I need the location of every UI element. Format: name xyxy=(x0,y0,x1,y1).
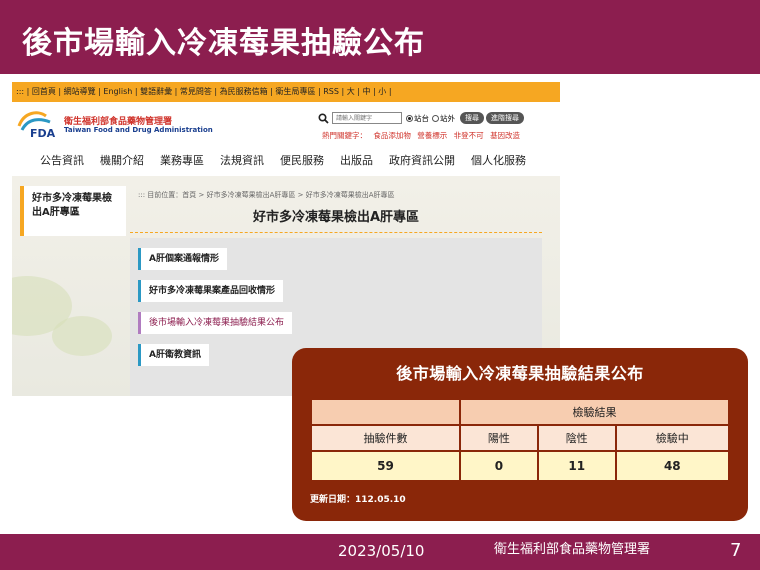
divider xyxy=(130,232,542,233)
hot-keywords-label: 熱門關鍵字： xyxy=(322,131,367,140)
table-row: 59 0 11 48 xyxy=(309,450,731,482)
result-title: 後市場輸入冷凍莓果抽驗結果公布 xyxy=(396,364,644,383)
radio-site-dot[interactable] xyxy=(406,114,413,122)
nav-item-announcements[interactable]: 公告資訊 xyxy=(40,146,84,178)
value-testing: 48 xyxy=(614,450,731,482)
value-positive: 0 xyxy=(459,450,539,482)
value-sampled: 59 xyxy=(309,450,462,482)
group-header: 檢驗結果 xyxy=(459,398,730,426)
footer-org: 衛生福利部食品藥物管理署 xyxy=(494,542,651,557)
radio-out-label: 站外 xyxy=(440,113,455,123)
nav-item-regulations[interactable]: 法規資訊 xyxy=(220,146,264,178)
nav-item-open-info[interactable]: 政府資訊公開 xyxy=(389,146,455,178)
table-row: 抽驗件數 陽性 陰性 檢驗中 xyxy=(309,424,731,452)
footer-date: 2023/05/10 xyxy=(338,542,425,560)
page-number: 7 xyxy=(730,540,742,561)
hot-keyword-link[interactable]: 基因改造 xyxy=(490,131,520,140)
result-callout: 後市場輸入冷凍莓果抽驗結果公布 檢驗結果 抽驗件數 陽性 陰性 檢驗中 59 0… xyxy=(292,348,748,521)
hot-keywords: 熱門關鍵字： 食品添加物 營養標示 非登不可 基因改造 xyxy=(322,130,524,141)
slide-header: 後市場輸入冷凍莓果抽驗公布 xyxy=(0,0,760,74)
breadcrumb: ::: 目前位置：首頁 > 好市多冷凍莓果檢出A肝專區 > 好市多冷凍莓果檢出A… xyxy=(138,191,395,199)
header-positive: 陽性 xyxy=(459,424,539,452)
content-title: 好市多冷凍莓果檢出A肝專區 xyxy=(252,210,420,225)
radio-out[interactable]: 站外 xyxy=(432,113,455,124)
nav-item-publications[interactable]: 出版品 xyxy=(340,146,373,178)
logo-org-name-en: Taiwan Food and Drug Administration xyxy=(64,126,213,134)
search-button[interactable]: 搜尋 xyxy=(460,112,484,124)
value-negative: 11 xyxy=(536,450,617,482)
header-testing: 檢驗中 xyxy=(614,424,731,452)
header-row: FDA 衛生福利部食品藥物管理署 Taiwan Food and Drug Ad… xyxy=(12,102,560,146)
table-row: 檢驗結果 xyxy=(309,398,730,426)
radio-site-label: 站台 xyxy=(414,113,429,123)
search-input[interactable] xyxy=(332,112,402,124)
slide-title: 後市場輸入冷凍莓果抽驗公布 xyxy=(22,26,425,61)
decorative-leaf xyxy=(52,316,112,356)
list-item-health-education[interactable]: A肝衛教資訊 xyxy=(138,344,209,366)
main-nav: 公告資訊 機關介紹 業務專區 法規資訊 便民服務 出版品 政府資訊公開 個人化服… xyxy=(12,146,560,178)
header-sampled: 抽驗件數 xyxy=(309,424,462,452)
nav-item-services[interactable]: 便民服務 xyxy=(280,146,324,178)
list-item-recall[interactable]: 好市多冷凍莓果案產品回收情形 xyxy=(138,280,284,302)
slide-footer: 2023/05/10 衛生福利部食品藥物管理署 7 xyxy=(0,534,760,570)
logo-mark-text: FDA xyxy=(30,127,56,138)
table-cell-blank xyxy=(309,398,462,426)
list-item-case-report[interactable]: A肝個案通報情形 xyxy=(138,248,227,270)
hot-keyword-link[interactable]: 營養標示 xyxy=(417,131,447,140)
side-menu-title[interactable]: 好市多冷凍莓果檢出A肝專區 xyxy=(20,186,126,236)
list-item-inspection-results[interactable]: 後市場輸入冷凍莓果抽驗結果公布 xyxy=(138,312,293,334)
radio-out-dot[interactable] xyxy=(432,114,439,122)
nav-item-personal[interactable]: 個人化服務 xyxy=(471,146,526,178)
update-date: 更新日期：112.05.10 xyxy=(310,495,406,505)
radio-site[interactable]: 站台 xyxy=(406,113,429,124)
result-table: 檢驗結果 抽驗件數 陽性 陰性 檢驗中 59 0 11 48 xyxy=(309,398,731,482)
hot-keyword-link[interactable]: 食品添加物 xyxy=(373,131,411,140)
nav-item-business[interactable]: 業務專區 xyxy=(160,146,204,178)
search-area: 站台 站外 搜尋 進階搜尋 xyxy=(318,110,524,126)
search-icon xyxy=(318,112,329,124)
header-negative: 陰性 xyxy=(536,424,617,452)
fda-logo-icon[interactable]: FDA xyxy=(16,110,60,138)
hot-keyword-link[interactable]: 非登不可 xyxy=(454,131,484,140)
advanced-search-button[interactable]: 進階搜尋 xyxy=(486,112,524,124)
nav-item-about[interactable]: 機關介紹 xyxy=(100,146,144,178)
top-utility-bar[interactable]: ::: | 回首頁 | 網站導覽 | English | 雙語辭彙 | 常見問答… xyxy=(12,82,560,102)
